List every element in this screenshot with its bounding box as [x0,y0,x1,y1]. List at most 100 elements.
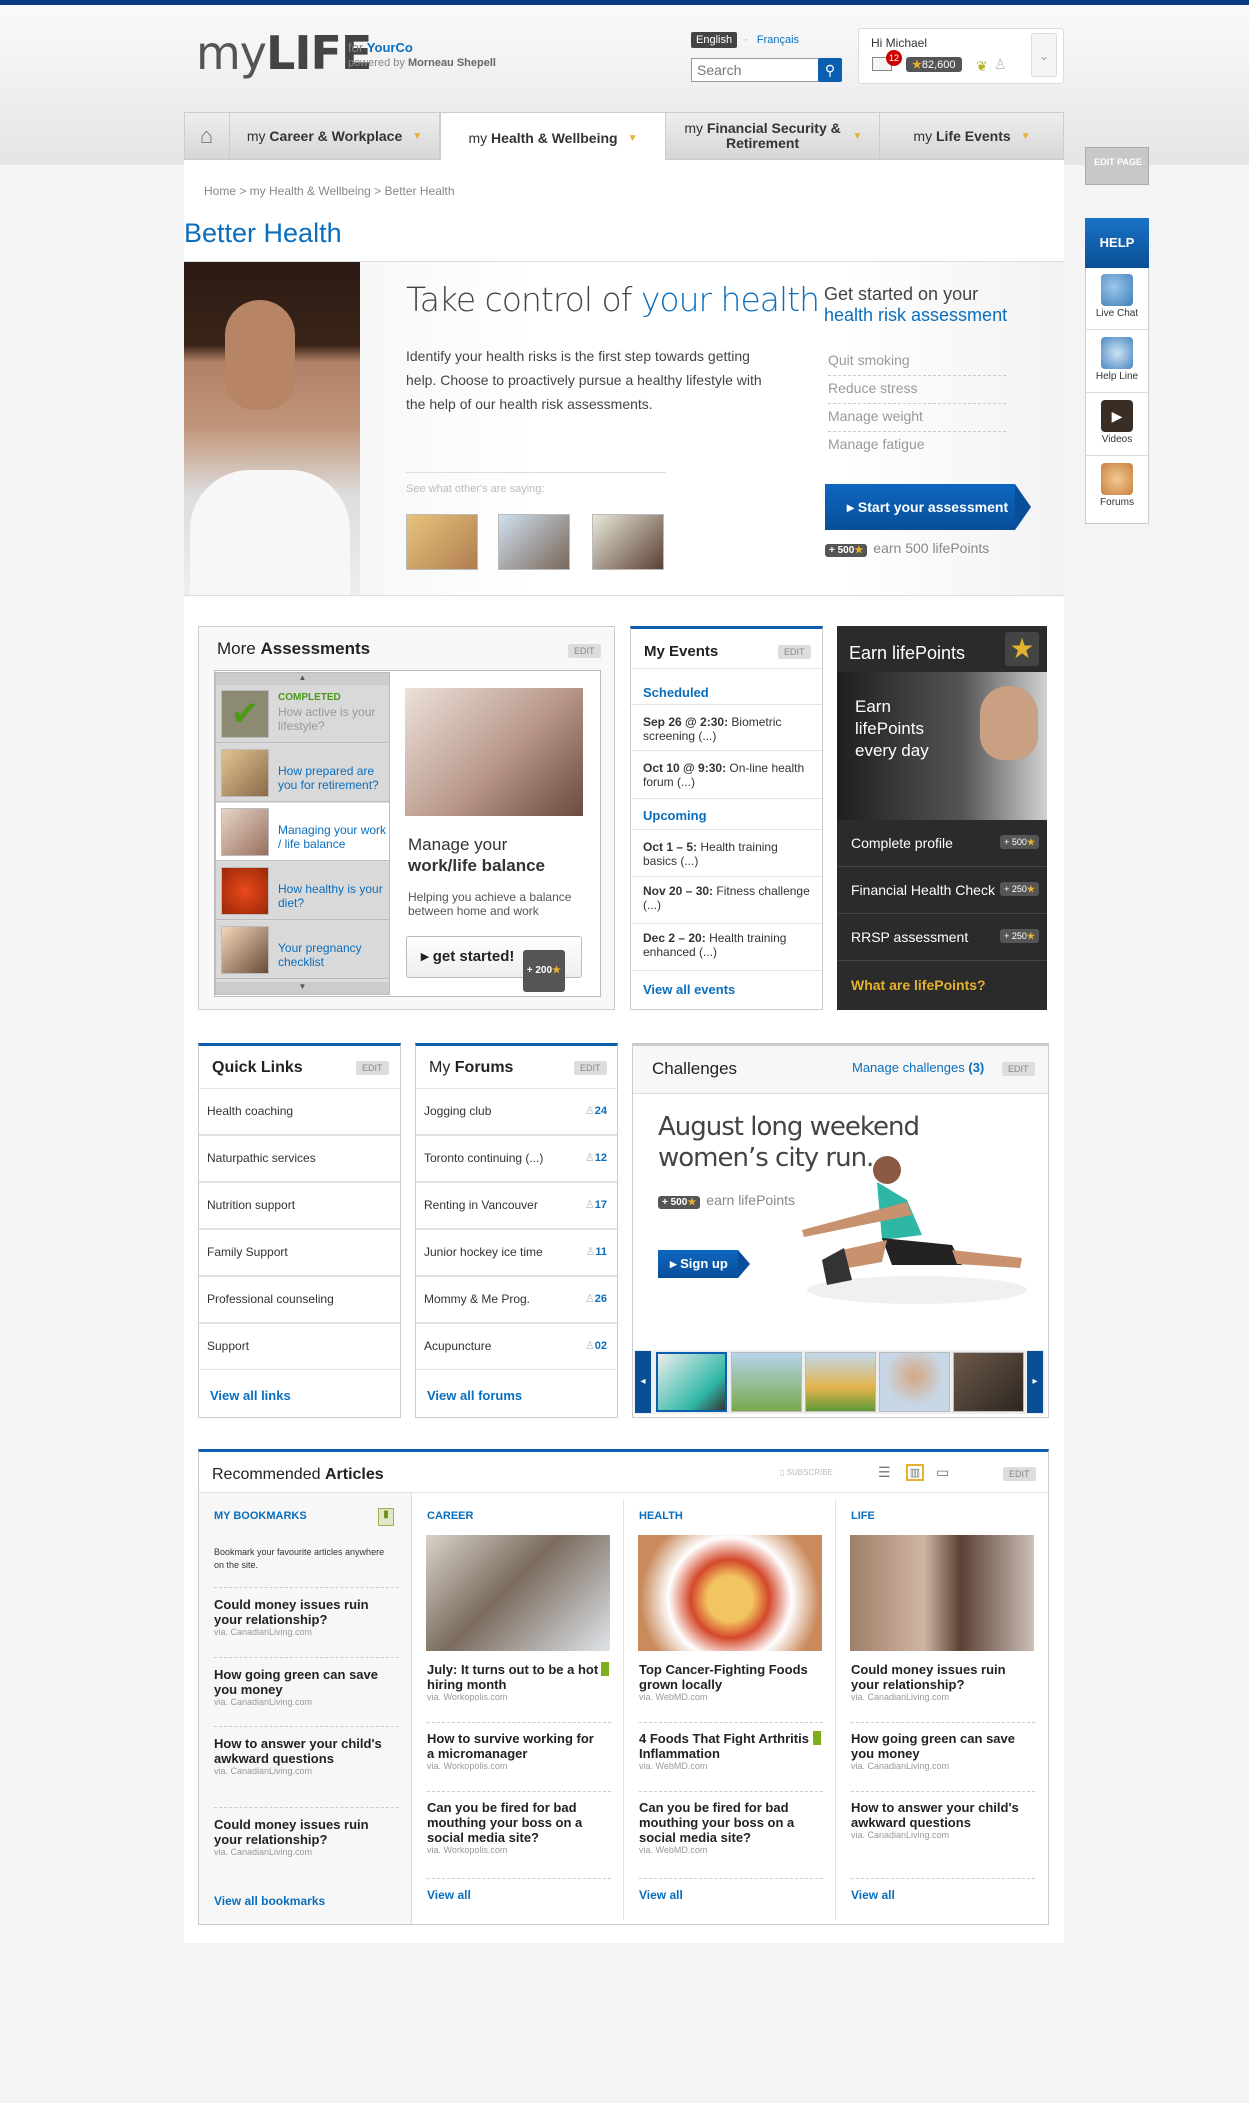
risk-item[interactable]: Quit smoking [828,348,1006,376]
tab-health[interactable]: my Health & Wellbeing ▼ [440,112,666,163]
quick-link[interactable]: Nutrition support [199,1182,400,1229]
manage-challenges-link[interactable]: Manage challenges (3) [852,1060,984,1075]
lang-english[interactable]: English [691,32,738,48]
assessment-link[interactable]: Your pregnancy checklist [278,941,390,969]
view-all-life-link[interactable]: View all [851,1888,895,1902]
carousel-thumb[interactable] [953,1352,1024,1412]
slide-view-icon[interactable]: ▭ [936,1464,949,1481]
sign-up-button[interactable]: ▸ Sign up [658,1250,750,1278]
life-article-image[interactable] [850,1535,1034,1651]
grid-view-icon[interactable]: ▥ [906,1464,924,1481]
event-item[interactable]: Oct 1 – 5: Health training basics (...) [631,829,822,877]
article-item[interactable]: How to answer your child's awkward quest… [851,1800,1026,1840]
edit-button[interactable]: EDIT [574,1061,607,1075]
user-greeting[interactable]: Hi Michael [871,36,927,50]
edit-button[interactable]: EDIT [1002,1062,1035,1076]
bookmark-item[interactable]: How to answer your child's awkward quest… [214,1736,399,1776]
forum-item[interactable]: Toronto continuing (...) ♙12 [416,1135,617,1182]
breadcrumb[interactable]: Home > my Health & Wellbeing > Better He… [204,184,455,198]
message-count-badge: 12 [886,50,902,66]
edit-button[interactable]: EDIT [568,644,601,658]
risk-item[interactable]: Manage fatigue [828,432,1006,460]
quick-link[interactable]: Professional counseling [199,1276,400,1323]
scroll-down-icon[interactable]: ▼ [216,982,389,994]
scroll-up-icon[interactable]: ▲ [216,673,389,685]
view-all-events-link[interactable]: View all events [643,982,735,997]
testimonial-video-thumb[interactable] [592,514,664,570]
bookmark-icon[interactable]: ▮ [378,1508,394,1526]
list-view-icon[interactable]: ☰ [878,1464,891,1481]
user-icon[interactable]: ♙ [994,56,1007,73]
tab-career[interactable]: my Career & Workplace ▼ [230,112,440,160]
carousel-next-icon[interactable]: ▸ [1027,1351,1043,1413]
forum-item[interactable]: Junior hockey ice time ♙11 [416,1229,617,1276]
search-icon[interactable]: ⚲ [818,58,842,82]
lifepoints-item[interactable]: Financial Health Check + 250★ [837,867,1047,914]
chevron-down-icon[interactable]: ⌄ [1031,33,1057,77]
lifepoints-item[interactable]: Complete profile + 500★ [837,820,1047,867]
points-balance[interactable]: ★82,600 [906,57,962,72]
article-item[interactable]: 4 Foods That Fight Arthritis Inflammatio… [639,1731,814,1771]
edit-page-button[interactable]: EDIT PAGE [1085,147,1149,185]
lang-french[interactable]: Français [757,34,799,46]
testimonial-video-thumb[interactable] [406,514,478,570]
tab-life-events[interactable]: my Life Events ▼ [880,112,1064,160]
forum-item[interactable]: Renting in Vancouver ♙17 [416,1182,617,1229]
article-item[interactable]: Top Cancer-Fighting Foods grown locally v… [639,1662,814,1702]
view-all-bookmarks-link[interactable]: View all bookmarks [214,1894,325,1908]
article-item[interactable]: July: It turns out to be a hot hiring mo… [427,1662,602,1702]
carousel-prev-icon[interactable]: ◂ [635,1351,651,1413]
edit-button[interactable]: EDIT [1003,1467,1036,1481]
risk-item[interactable]: Reduce stress [828,376,1006,404]
bookmark-item[interactable]: How going green can save you money via. C… [214,1667,399,1707]
carousel-thumb[interactable] [805,1352,876,1412]
view-all-health-link[interactable]: View all [639,1888,683,1902]
view-all-links-link[interactable]: View all links [210,1388,291,1403]
logo[interactable]: myLIFE [196,26,372,80]
subscribe-link[interactable]: ▯ SUBSCRIBE [780,1468,833,1477]
assessment-link[interactable]: How healthy is your diet? [278,882,390,910]
view-all-career-link[interactable]: View all [427,1888,471,1902]
bookmark-icon[interactable] [813,1731,821,1745]
testimonial-video-thumb[interactable] [498,514,570,570]
start-assessment-button[interactable]: ▸ Start your assessment [825,484,1031,530]
event-item[interactable]: Oct 10 @ 9:30: On-line health forum (...… [631,751,822,799]
home-icon[interactable]: ⌂ [184,112,230,160]
search-input[interactable] [691,58,821,82]
bookmarks-intro: Bookmark your favourite articles anywher… [214,1547,385,1570]
health-article-image[interactable] [638,1535,822,1651]
get-started-button[interactable]: ▸ get started! + 200★ [406,936,582,992]
carousel-thumb[interactable] [656,1352,727,1412]
article-item[interactable]: How to survive working for a micromanage… [427,1731,602,1771]
edit-button[interactable]: EDIT [356,1061,389,1075]
risk-item[interactable]: Manage weight [828,404,1006,432]
bookmark-icon[interactable] [601,1662,609,1676]
lifepoints-item[interactable]: RRSP assessment + 250★ [837,914,1047,961]
quick-link[interactable]: Support [199,1323,400,1370]
quick-link[interactable]: Family Support [199,1229,400,1276]
forum-item[interactable]: Mommy & Me Prog. ♙26 [416,1276,617,1323]
article-item[interactable]: Could money issues ruin your relationshi… [851,1662,1026,1702]
career-article-image[interactable] [426,1535,610,1651]
bookmark-item[interactable]: Could money issues ruin your relationshi… [214,1597,399,1637]
event-item[interactable]: Nov 20 – 30: Fitness challenge (...) [631,877,822,924]
event-item[interactable]: Sep 26 @ 2:30: Biometric screening (...) [631,704,822,751]
edit-button[interactable]: EDIT [778,645,811,659]
article-item[interactable]: Can you be fired for bad mouthing your b… [639,1800,814,1855]
leaf-icon[interactable]: ❦ [976,58,988,75]
assessment-link[interactable]: Managing your work / life balance [278,823,390,851]
quick-link[interactable]: Naturpathic services [199,1135,400,1182]
forum-item[interactable]: Jogging club ♙24 [416,1088,617,1135]
tab-financial[interactable]: my Financial Security & Retirement ▼ [666,112,880,160]
bookmark-item[interactable]: Could money issues ruin your relationshi… [214,1817,399,1857]
carousel-thumb[interactable] [879,1352,950,1412]
view-all-forums-link[interactable]: View all forums [427,1388,522,1403]
quick-link[interactable]: Health coaching [199,1088,400,1135]
article-item[interactable]: Can you be fired for bad mouthing your b… [427,1800,602,1855]
what-are-lifepoints-link[interactable]: What are lifePoints? [851,977,986,993]
event-item[interactable]: Dec 2 – 20: Health training enhanced (..… [631,924,822,971]
carousel-thumb[interactable] [731,1352,802,1412]
assessment-link[interactable]: How prepared are you for retirement? [278,764,390,792]
article-item[interactable]: How going green can save you money via. C… [851,1731,1026,1771]
forum-item[interactable]: Acupuncture ♙02 [416,1323,617,1370]
